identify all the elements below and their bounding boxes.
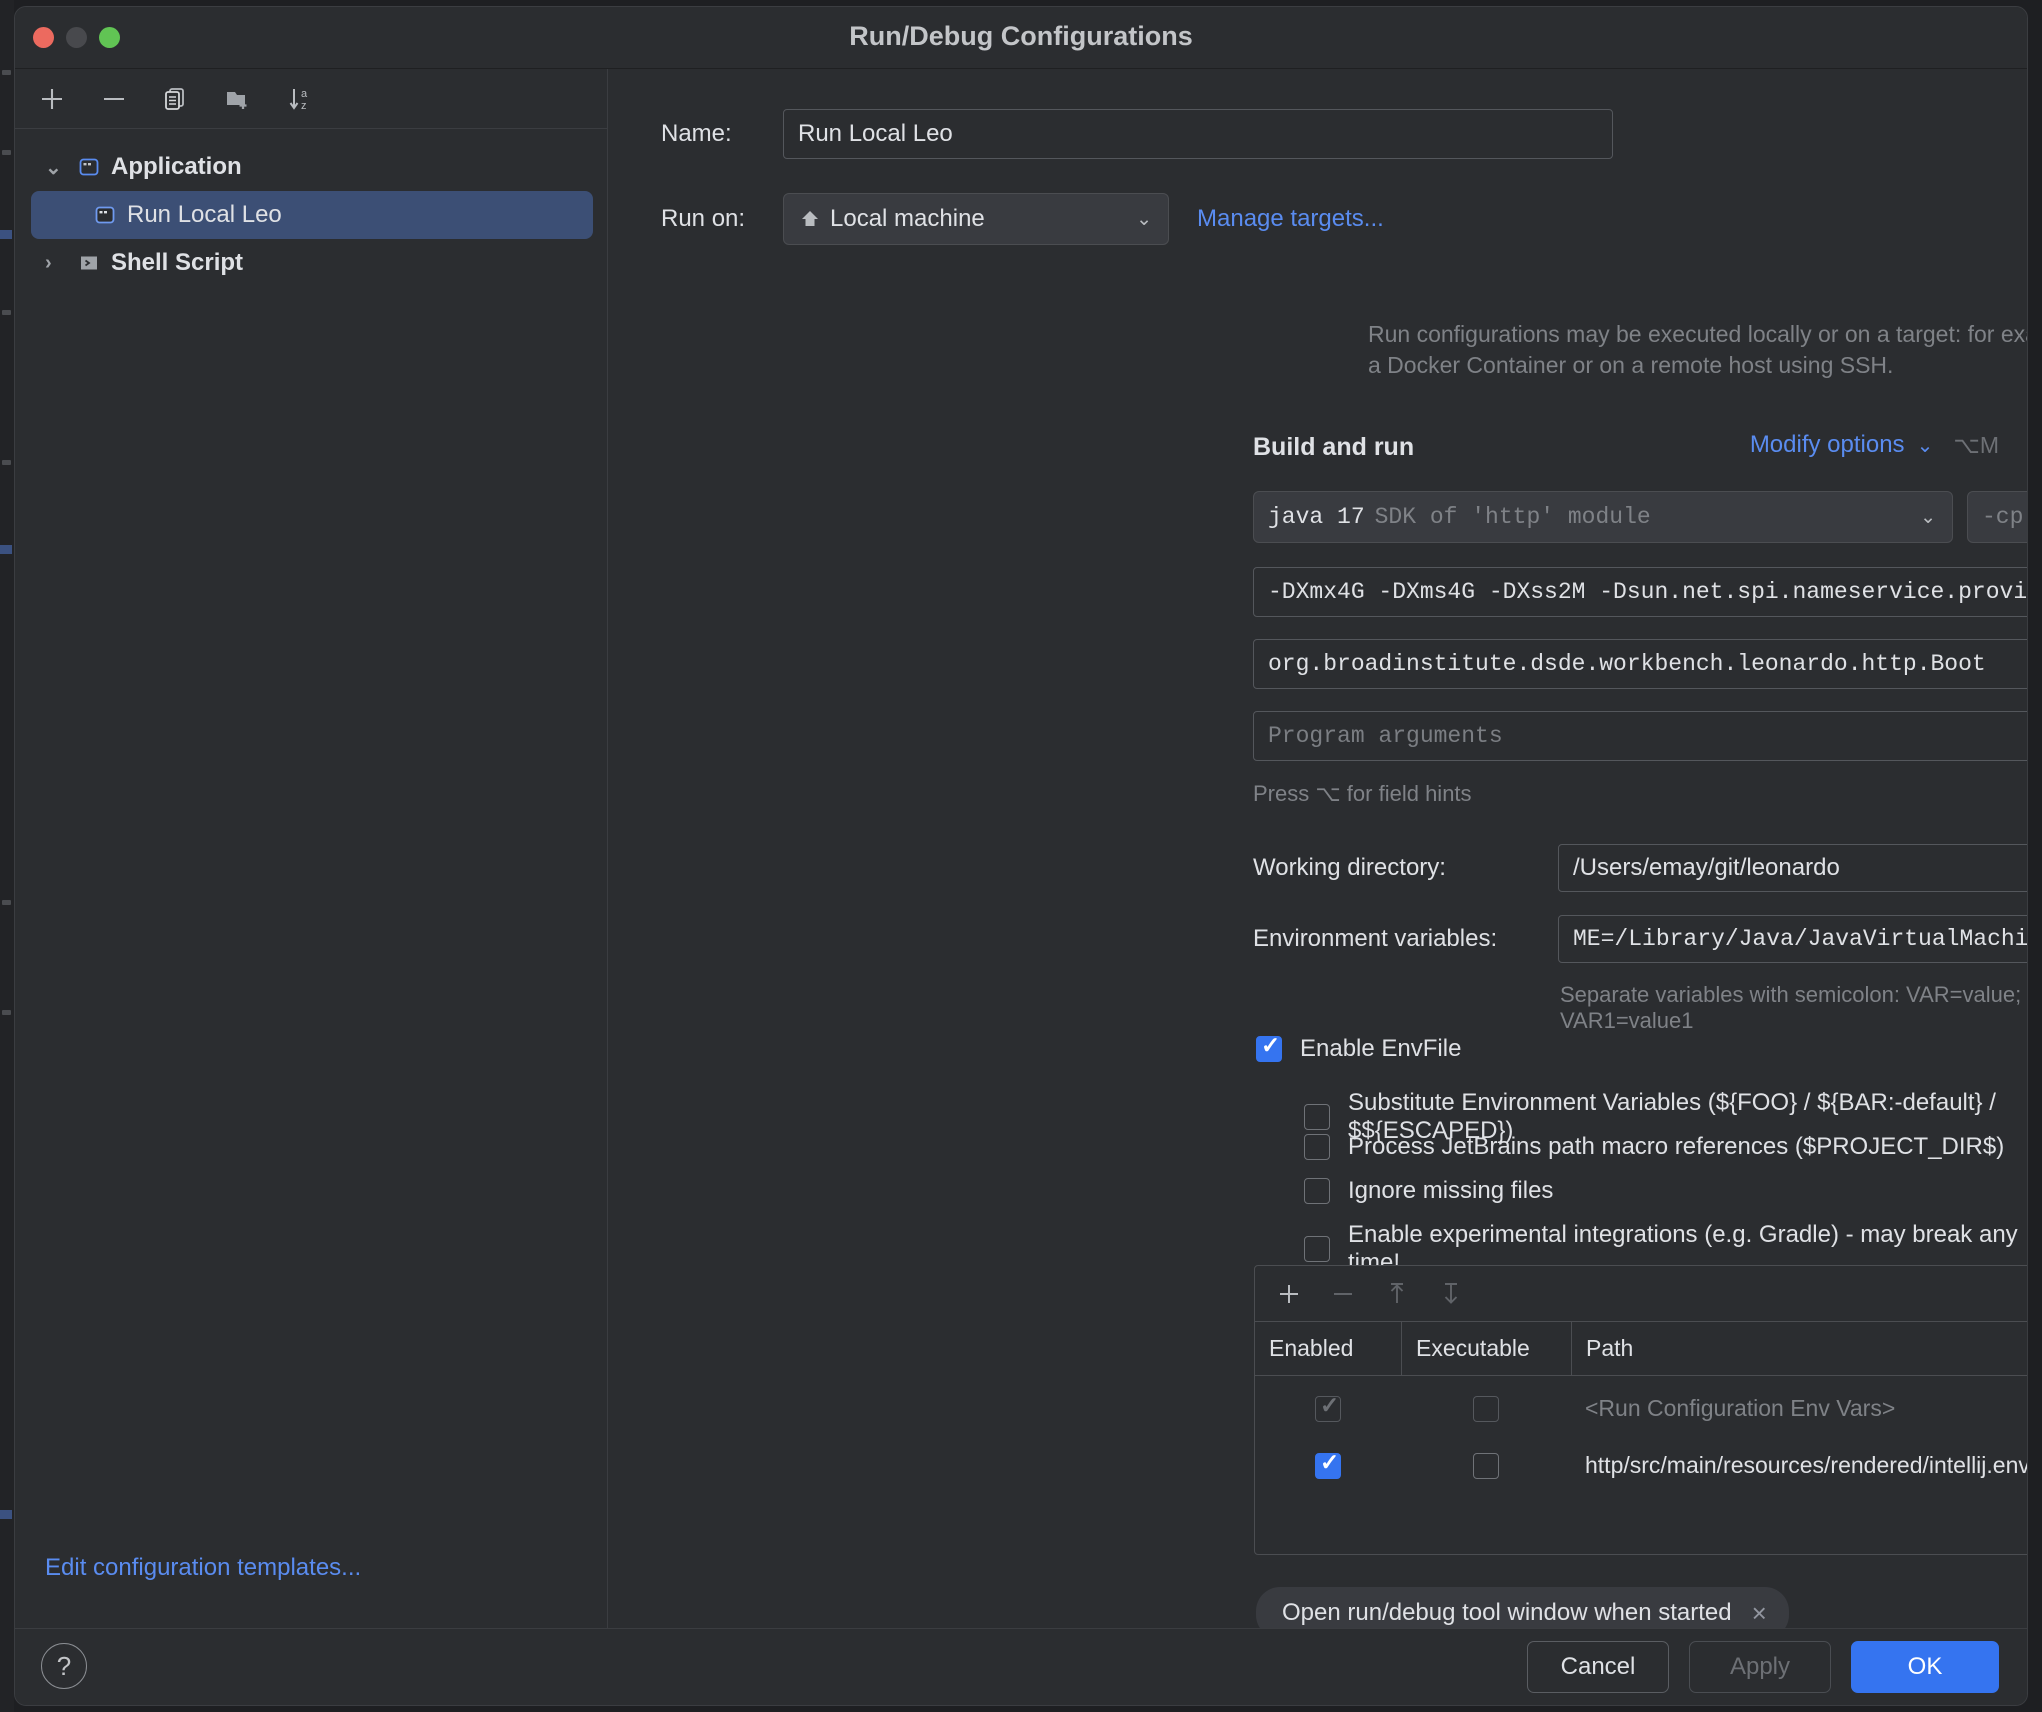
row-path: <Run Configuration Env Vars>: [1585, 1395, 1896, 1421]
run-on-help-text: Run configurations may be executed local…: [1368, 321, 2027, 379]
jdk-value: java 17: [1268, 504, 1365, 530]
sidebar-item-run-local-leo[interactable]: Run Local Leo: [31, 191, 593, 239]
classpath-prefix: -cp: [1982, 504, 2024, 530]
help-button[interactable]: ?: [41, 1643, 87, 1689]
sidebar-item-label: Run Local Leo: [127, 201, 282, 228]
program-arguments-field[interactable]: Program arguments: [1253, 711, 2027, 761]
row-enabled-checkbox: [1315, 1392, 1341, 1422]
svg-text:a: a: [301, 88, 308, 100]
copy-configuration-button[interactable]: [159, 82, 193, 116]
row-path: http/src/main/resources/rendered/intelli…: [1585, 1452, 2028, 1478]
application-icon: [95, 206, 115, 224]
experimental-integrations-checkbox[interactable]: [1304, 1236, 1330, 1262]
environment-variables-label: Environment variables:: [1253, 925, 1498, 952]
working-directory-label: Working directory:: [1253, 854, 1446, 881]
field-hints-text: Press ⌥ for field hints: [1253, 781, 1472, 806]
working-directory-field[interactable]: /Users/emay/git/leonardo: [1558, 844, 2027, 892]
svg-text:z: z: [301, 100, 307, 112]
add-configuration-button[interactable]: [35, 82, 69, 116]
program-arguments-placeholder: Program arguments: [1268, 723, 1503, 749]
column-header-executable[interactable]: Executable: [1401, 1322, 1571, 1375]
tree-group-label: Shell Script: [111, 249, 244, 276]
sidebar-toolbar: a z: [15, 69, 607, 129]
close-icon[interactable]: ×: [1752, 1598, 1767, 1629]
remove-envfile-button[interactable]: [1329, 1280, 1357, 1308]
run-on-label: Run on:: [661, 205, 746, 232]
column-header-path[interactable]: Path: [1571, 1322, 2027, 1375]
classpath-dropdown[interactable]: -cp http ⌄: [1967, 491, 2027, 543]
home-icon: [802, 211, 818, 226]
run-debug-configurations-dialog: Run/Debug Configurations a z ⌄ Applicati…: [14, 6, 2028, 1706]
process-path-macros-row[interactable]: Process JetBrains path macro references …: [1304, 1133, 2004, 1161]
working-directory-value: /Users/emay/git/leonardo: [1573, 854, 1840, 881]
tree-group-shell-script[interactable]: › Shell Script: [15, 239, 607, 287]
manage-targets-link[interactable]: Manage targets...: [1197, 205, 1384, 233]
chevron-down-icon[interactable]: ⌄: [45, 155, 67, 180]
envfile-table: Enabled Executable Path Type <Run Config…: [1254, 1265, 2028, 1555]
main-class-field[interactable]: org.broadinstitute.dsde.workbench.leonar…: [1253, 639, 2027, 689]
environment-variables-hint: Separate variables with semicolon: VAR=v…: [1560, 982, 2022, 1033]
environment-variables-field[interactable]: ME=/Library/Java/JavaVirtualMachines/tem…: [1558, 915, 2028, 963]
page-title: Run/Debug Configurations: [849, 21, 1193, 51]
tree-group-label: Application: [111, 153, 242, 180]
move-down-button[interactable]: [1437, 1280, 1465, 1308]
edit-configuration-templates-link[interactable]: Edit configuration templates...: [45, 1554, 361, 1582]
cancel-button[interactable]: Cancel: [1527, 1641, 1669, 1693]
ignore-missing-files-label: Ignore missing files: [1348, 1177, 1554, 1204]
jdk-hint: SDK of 'http' module: [1374, 504, 1651, 530]
vm-options-value: -DXmx4G -DXms4G -DXss2M -Dsun.net.spi.na…: [1268, 579, 2028, 605]
tree-group-application[interactable]: ⌄ Application: [15, 143, 607, 191]
chevron-right-icon[interactable]: ›: [45, 252, 67, 275]
envfile-table-header: Enabled Executable Path Type: [1255, 1322, 2027, 1376]
ignore-missing-files-checkbox[interactable]: [1304, 1178, 1330, 1204]
apply-button: Apply: [1689, 1641, 1831, 1693]
enable-envfile-checkbox[interactable]: [1256, 1032, 1282, 1062]
main-class-value: org.broadinstitute.dsde.workbench.leonar…: [1268, 651, 1986, 677]
ok-button[interactable]: OK: [1851, 1641, 1999, 1693]
envfile-table-toolbar: [1255, 1266, 2027, 1322]
column-header-enabled[interactable]: Enabled: [1255, 1322, 1401, 1375]
run-on-value: Local machine: [830, 205, 985, 232]
row-enabled-checkbox[interactable]: [1315, 1449, 1341, 1479]
build-and-run-section-title: Build and run: [1253, 433, 1415, 461]
move-up-button[interactable]: [1383, 1280, 1411, 1308]
name-label: Name:: [661, 120, 732, 147]
vm-options-field[interactable]: -DXmx4G -DXms4G -DXss2M -Dsun.net.spi.na…: [1253, 567, 2028, 617]
table-row[interactable]: <Run Configuration Env Vars> Run Config: [1255, 1386, 2027, 1431]
background-window-sliver: [0, 0, 14, 1712]
environment-variables-value: ME=/Library/Java/JavaVirtualMachines/tem…: [1573, 926, 2028, 952]
process-path-macros-checkbox[interactable]: [1304, 1134, 1330, 1160]
modify-options-link[interactable]: Modify options: [1750, 431, 1905, 459]
name-input[interactable]: [783, 109, 1613, 159]
row-executable-checkbox[interactable]: [1473, 1452, 1499, 1479]
ignore-missing-files-row[interactable]: Ignore missing files: [1304, 1177, 1553, 1205]
shell-script-icon: [81, 256, 97, 270]
modify-options-shortcut: ⌥M: [1953, 431, 1999, 458]
sort-configurations-button[interactable]: a z: [283, 82, 317, 116]
table-row[interactable]: http/src/main/resources/rendered/intelli…: [1255, 1443, 2028, 1488]
configuration-form: Name: Store as project file Run on:: [608, 69, 2028, 1639]
row-executable-checkbox: [1473, 1395, 1499, 1422]
substitute-env-vars-checkbox[interactable]: [1304, 1104, 1330, 1130]
chevron-down-icon: ⌄: [1920, 506, 1936, 528]
configurations-tree: ⌄ Application Run Local Leo › Shell Scri…: [15, 129, 607, 287]
add-envfile-button[interactable]: [1275, 1280, 1303, 1308]
new-folder-button[interactable]: [221, 82, 255, 116]
enable-envfile-row[interactable]: Enable EnvFile: [1256, 1032, 1462, 1063]
dialog-titlebar: Run/Debug Configurations: [15, 7, 2027, 69]
open-tool-window-label: Open run/debug tool window when started: [1282, 1599, 1732, 1626]
chevron-down-icon[interactable]: ⌄: [1917, 433, 1934, 458]
application-icon: [79, 158, 99, 176]
dialog-footer: ? Cancel Apply OK: [15, 1628, 2027, 1705]
run-on-target-dropdown[interactable]: Local machine ⌄: [783, 193, 1169, 245]
configurations-sidebar: a z ⌄ Application Run Local Leo › Shell …: [15, 69, 608, 1628]
remove-configuration-button[interactable]: [97, 82, 131, 116]
chevron-down-icon: ⌄: [1136, 208, 1152, 230]
enable-envfile-label: Enable EnvFile: [1300, 1035, 1462, 1062]
jdk-dropdown[interactable]: java 17 SDK of 'http' module ⌄: [1253, 491, 1953, 543]
process-path-macros-label: Process JetBrains path macro references …: [1348, 1133, 2005, 1160]
